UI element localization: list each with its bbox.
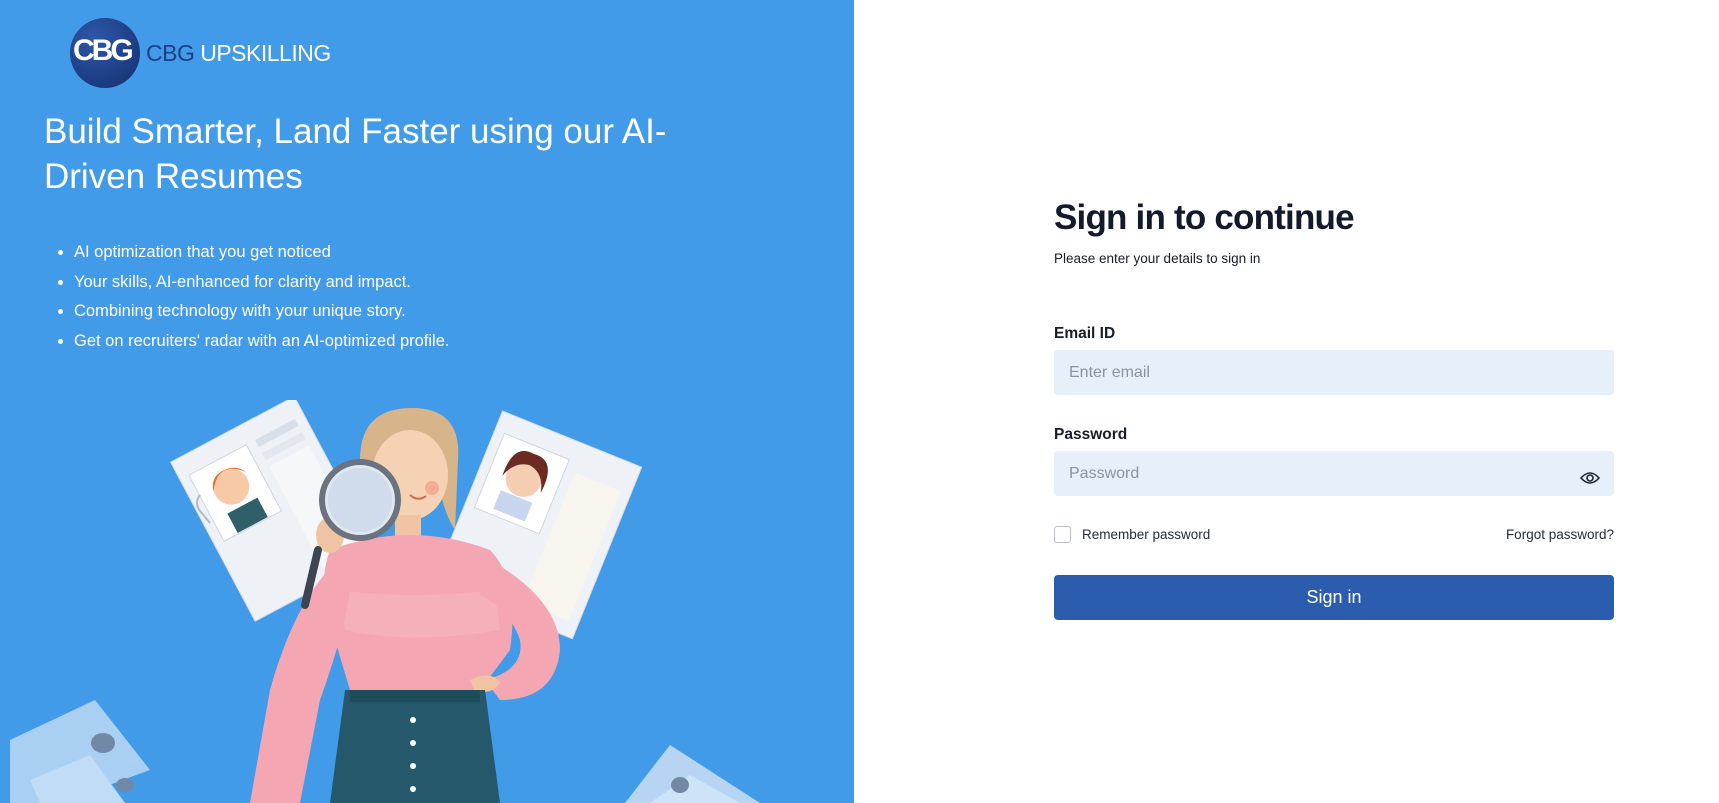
feature-item: Get on recruiters' radar with an AI-opti…: [74, 327, 449, 357]
signin-page: CBG CBG UPSKILLING Build Smarter, Land F…: [0, 0, 1719, 803]
signin-form: Sign in to continue Please enter your de…: [1054, 198, 1614, 620]
feature-item: Combining technology with your unique st…: [74, 297, 449, 327]
brand-badge-icon: CBG: [70, 18, 140, 88]
feature-item: AI optimization that you get noticed: [74, 238, 449, 268]
form-title: Sign in to continue: [1054, 198, 1355, 237]
form-subtitle: Please enter your details to sign in: [1054, 251, 1261, 266]
brand-badge-text: CBG: [73, 34, 134, 67]
brand-name-prefix: CBG: [146, 39, 195, 66]
signin-button[interactable]: Sign in: [1054, 575, 1614, 620]
remember-password[interactable]: Remember password: [1054, 526, 1210, 543]
scattered-papers-right: [625, 745, 760, 803]
scattered-papers-left: [10, 700, 150, 803]
remember-checkbox[interactable]: [1054, 526, 1071, 543]
password-label: Password: [1054, 426, 1128, 443]
email-label: Email ID: [1054, 325, 1116, 342]
signin-panel: Sign in to continue Please enter your de…: [854, 0, 1719, 803]
hero-panel: CBG CBG UPSKILLING Build Smarter, Land F…: [0, 0, 854, 803]
hero-illustration: [10, 400, 760, 803]
remember-label: Remember password: [1082, 527, 1211, 542]
feature-list: AI optimization that you get noticed You…: [52, 238, 449, 356]
feature-item: Your skills, AI-enhanced for clarity and…: [74, 268, 449, 298]
brand-name: CBG UPSKILLING: [146, 40, 331, 67]
email-field[interactable]: [1054, 350, 1614, 395]
forgot-password-link[interactable]: Forgot password?: [1506, 527, 1614, 542]
form-options: Remember password Forgot password?: [1054, 526, 1614, 543]
brand-logo: CBG CBG UPSKILLING: [70, 18, 331, 88]
eye-icon[interactable]: [1580, 471, 1600, 485]
password-wrapper: [1054, 451, 1614, 496]
hero-headline: Build Smarter, Land Faster using our AI-…: [44, 112, 667, 196]
brand-name-suffix: UPSKILLING: [194, 39, 331, 66]
password-field[interactable]: [1054, 451, 1614, 496]
